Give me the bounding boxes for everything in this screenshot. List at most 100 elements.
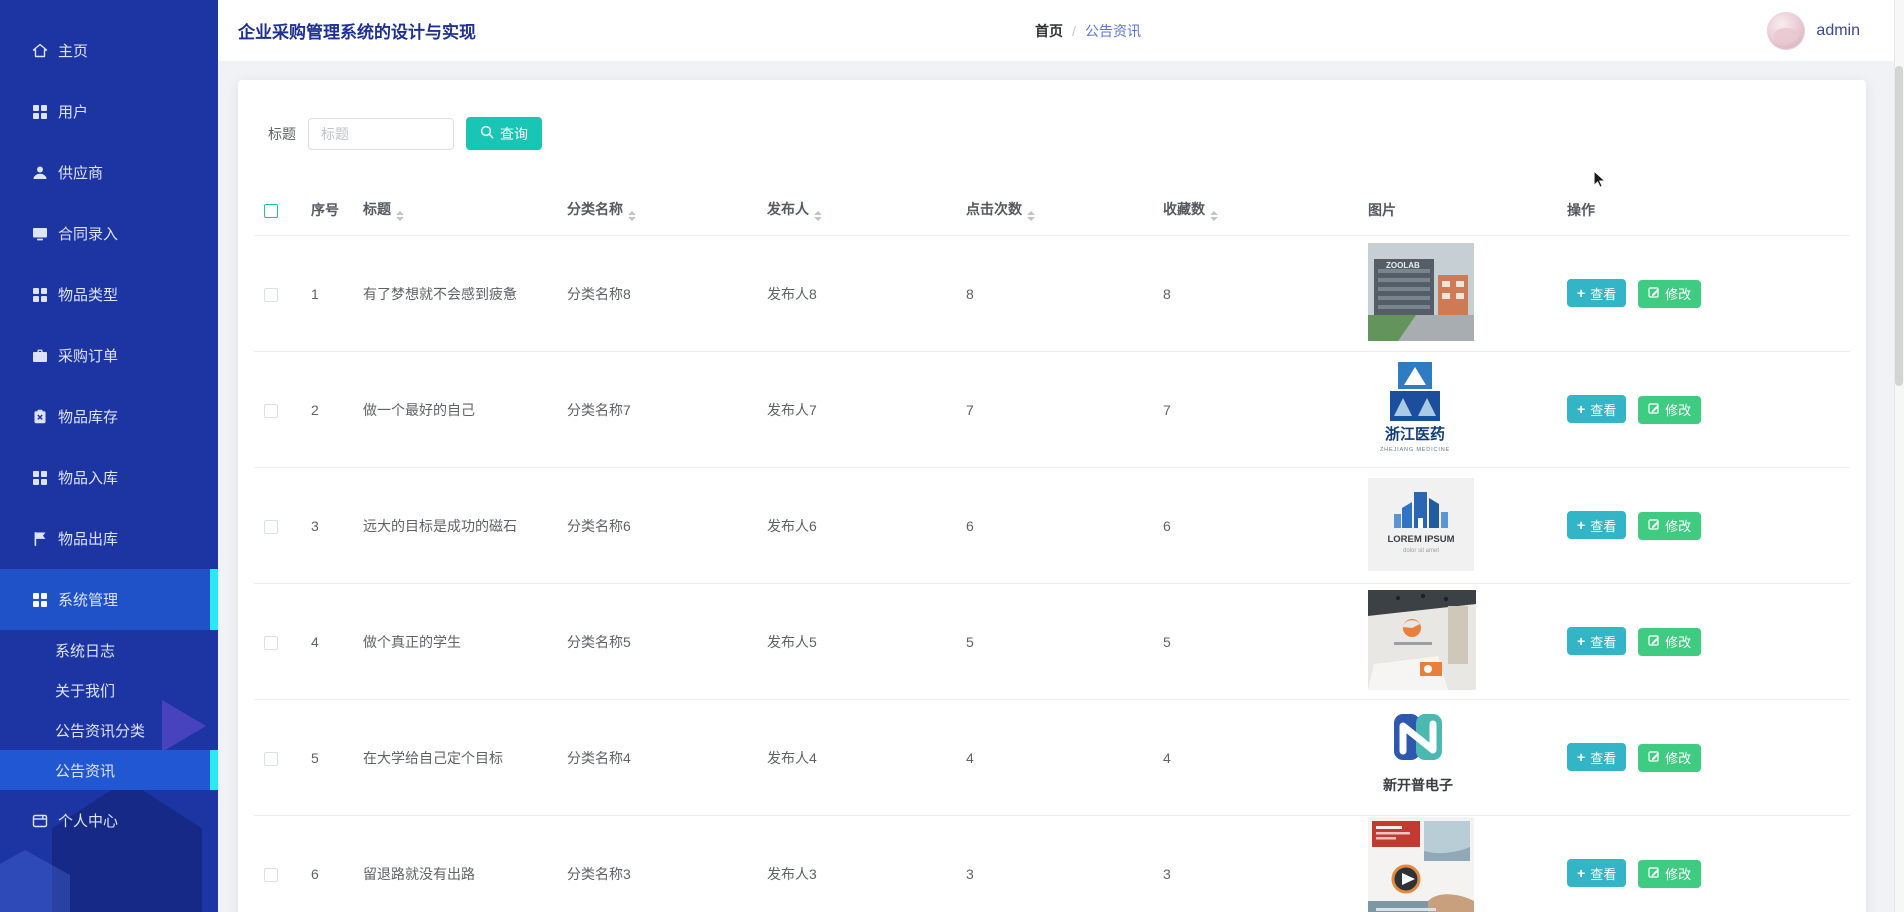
edit-icon (1648, 402, 1660, 417)
sidebar-item-item-types[interactable]: 物品类型 (0, 264, 218, 325)
table-row: 2 做一个最好的自己 分类名称7 发布人7 7 7 浙江医药 ZHEJIANG … (254, 352, 1850, 468)
view-button[interactable]: +查看 (1567, 859, 1626, 887)
column-header-image: 图片 (1359, 200, 1558, 220)
home-icon (32, 43, 48, 59)
column-header-clicks[interactable]: 点击次数 (957, 199, 1154, 221)
sidebar-item-home[interactable]: 主页 (0, 20, 218, 81)
column-header-favorites[interactable]: 收藏数 (1154, 199, 1359, 221)
svg-text:dolor sit amet: dolor sit amet (1403, 548, 1439, 554)
column-header-title[interactable]: 标题 (354, 199, 558, 221)
sort-icon[interactable] (1210, 211, 1218, 221)
breadcrumb: 首页 / 公告资讯 (1035, 0, 1141, 61)
user-icon (32, 165, 48, 181)
row-image-promo-photo (1368, 817, 1474, 912)
cell-title: 做个真正的学生 (354, 632, 558, 652)
scrollbar-track[interactable] (1894, 0, 1904, 912)
sidebar-subitem-announcements[interactable]: 公告资讯 (0, 750, 218, 790)
svg-text:ZOOLAB: ZOOLAB (1386, 261, 1420, 270)
grid-icon (32, 592, 48, 608)
cell-clicks: 3 (957, 866, 1154, 882)
avatar[interactable] (1767, 12, 1805, 50)
sidebar-item-suppliers[interactable]: 供应商 (0, 142, 218, 203)
sidebar-item-label: 物品类型 (58, 284, 118, 305)
sort-icon[interactable] (814, 211, 822, 221)
row-image-zhejiang-medicine-logo: 浙江医药 ZHEJIANG MEDICINE (1368, 358, 1462, 458)
edit-button[interactable]: 修改 (1638, 396, 1701, 424)
edit-button[interactable]: 修改 (1638, 744, 1701, 772)
grid-icon (32, 104, 48, 120)
cell-clicks: 5 (957, 634, 1154, 650)
column-header-category[interactable]: 分类名称 (558, 199, 758, 221)
breadcrumb-separator: / (1072, 23, 1076, 39)
cell-title: 留退路就没有出路 (354, 864, 558, 884)
row-checkbox[interactable] (264, 868, 278, 882)
edit-button[interactable]: 修改 (1638, 628, 1701, 656)
search-button[interactable]: 查询 (466, 117, 542, 150)
sidebar-subitem-system-logs[interactable]: 系统日志 (0, 630, 218, 670)
sidebar-item-item-outbound[interactable]: 物品出库 (0, 508, 218, 569)
scrollbar-thumb[interactable] (1895, 66, 1903, 386)
row-image-building-photo: ZOOLAB (1368, 243, 1474, 341)
sidebar-subitem-announcement-categories[interactable]: 公告资讯分类 (0, 710, 218, 750)
edit-button[interactable]: 修改 (1638, 280, 1701, 308)
sidebar-item-item-inventory[interactable]: 物品库存 (0, 386, 218, 447)
view-button[interactable]: +查看 (1567, 511, 1626, 539)
cell-favorites: 5 (1154, 634, 1359, 650)
box-icon (32, 409, 48, 425)
sidebar-subitem-about-us[interactable]: 关于我们 (0, 670, 218, 710)
monitor-icon (32, 226, 48, 242)
row-image-reception-photo (1368, 590, 1476, 690)
view-button[interactable]: +查看 (1567, 627, 1626, 655)
sort-icon[interactable] (1027, 211, 1035, 221)
announcements-table: 序号 标题 分类名称 发布人 点击次数 收藏数 图片 操作 1 有了梦想就不会感… (254, 185, 1850, 912)
cell-index: 6 (302, 866, 354, 882)
search-input[interactable] (308, 118, 454, 150)
cell-title: 在大学给自己定个目标 (354, 748, 558, 768)
edit-button[interactable]: 修改 (1638, 512, 1701, 540)
row-checkbox[interactable] (264, 520, 278, 534)
row-checkbox[interactable] (264, 636, 278, 650)
column-header-publisher[interactable]: 发布人 (758, 199, 957, 221)
cell-title: 远大的目标是成功的磁石 (354, 516, 558, 536)
search-icon (480, 125, 494, 142)
breadcrumb-home[interactable]: 首页 (1035, 21, 1063, 41)
sidebar-submenu: 系统日志 关于我们 公告资讯分类 公告资讯 (0, 630, 218, 790)
row-checkbox[interactable] (264, 288, 278, 302)
table-row: 3 远大的目标是成功的磁石 分类名称6 发布人6 6 6 LOREM IPSUM… (254, 468, 1850, 584)
cell-index: 4 (302, 634, 354, 650)
sort-icon[interactable] (628, 211, 636, 221)
view-button[interactable]: +查看 (1567, 395, 1626, 423)
sidebar-item-system-management[interactable]: 系统管理 (0, 569, 218, 630)
grid-icon (32, 287, 48, 303)
svg-text:新开普电子: 新开普电子 (1383, 777, 1453, 793)
table-row: 1 有了梦想就不会感到疲惫 分类名称8 发布人8 8 8 ZOOLAB +查看 (254, 236, 1850, 352)
cell-publisher: 发布人3 (758, 864, 957, 884)
row-checkbox[interactable] (264, 752, 278, 766)
sidebar-item-contract-entry[interactable]: 合同录入 (0, 203, 218, 264)
sidebar-item-item-inbound[interactable]: 物品入库 (0, 447, 218, 508)
cell-category: 分类名称8 (558, 284, 758, 304)
sort-icon[interactable] (396, 211, 404, 221)
view-button[interactable]: +查看 (1567, 743, 1626, 771)
sidebar-subitem-label: 公告资讯分类 (55, 720, 145, 741)
row-checkbox[interactable] (264, 404, 278, 418)
table-header-row: 序号 标题 分类名称 发布人 点击次数 收藏数 图片 操作 (254, 185, 1850, 236)
sidebar-item-users[interactable]: 用户 (0, 81, 218, 142)
sidebar-item-label: 物品出库 (58, 528, 118, 549)
top-header: 企业采购管理系统的设计与实现 首页 / 公告资讯 admin (218, 0, 1904, 61)
table-row: 4 做个真正的学生 分类名称5 发布人5 5 5 (254, 584, 1850, 700)
view-button[interactable]: +查看 (1567, 279, 1626, 307)
select-all-checkbox[interactable] (264, 204, 278, 218)
svg-text:LOREM IPSUM: LOREM IPSUM (1387, 534, 1454, 545)
sidebar-item-purchase-orders[interactable]: 采购订单 (0, 325, 218, 386)
content-card: 标题 查询 序号 标题 分类名称 发布人 点击次数 收藏数 图片 操作 1 有了… (238, 80, 1866, 912)
page-title: 企业采购管理系统的设计与实现 (238, 0, 476, 61)
search-button-label: 查询 (500, 124, 528, 144)
cell-index: 1 (302, 286, 354, 302)
user-menu[interactable]: admin (1767, 0, 1860, 61)
sidebar-menu: 主页 用户 供应商 合同录入 物品类型 采购订单 物品库存 物品入库 (0, 0, 218, 851)
sidebar-item-personal-center[interactable]: 个人中心 (0, 790, 218, 851)
plus-icon: + (1577, 402, 1585, 416)
svg-text:浙江医药: 浙江医药 (1385, 425, 1445, 443)
edit-button[interactable]: 修改 (1638, 860, 1701, 888)
